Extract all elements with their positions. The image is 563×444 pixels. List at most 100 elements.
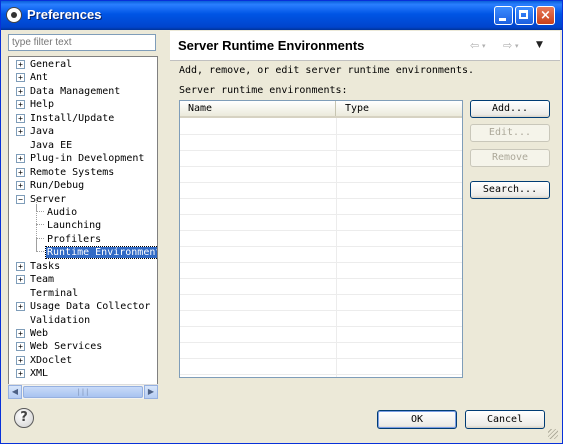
- tree-item-label: Tasks: [30, 260, 61, 272]
- tree-item-label: Web: [30, 328, 49, 339]
- table-row[interactable]: [180, 230, 462, 231]
- tree-item[interactable]: Java EE: [29, 139, 73, 152]
- expand-icon[interactable]: +: [16, 275, 25, 285]
- back-dropdown-icon[interactable]: ▾: [482, 42, 486, 50]
- tree-item[interactable]: + Usage Data Collector: [16, 300, 151, 313]
- tree-item[interactable]: + Plug-in Development: [16, 152, 145, 165]
- tree-connector: [36, 237, 44, 239]
- table-row[interactable]: [180, 166, 462, 167]
- tree-horizontal-scrollbar[interactable]: ◀ ||| ▶: [8, 384, 158, 399]
- tree-item-label: Launching: [47, 220, 102, 232]
- tree-item[interactable]: + Web Services: [16, 340, 103, 353]
- expand-icon[interactable]: +: [16, 60, 25, 69]
- expand-icon[interactable]: +: [16, 100, 25, 110]
- runtime-list-label: Server runtime environments:: [179, 85, 348, 96]
- expand-icon[interactable]: +: [16, 167, 25, 177]
- tree-item[interactable]: + Install/Update: [16, 112, 115, 125]
- tree-item[interactable]: Profilers: [46, 233, 102, 246]
- maximize-button[interactable]: [515, 6, 534, 25]
- expand-icon[interactable]: +: [16, 154, 25, 164]
- tree-item[interactable]: + Java: [16, 125, 55, 138]
- expand-icon[interactable]: +: [16, 329, 25, 338]
- remove-button[interactable]: Remove: [470, 149, 550, 167]
- table-row[interactable]: [180, 182, 462, 183]
- forward-dropdown-icon[interactable]: ▾: [515, 42, 519, 50]
- tree-item[interactable]: + General: [16, 58, 73, 71]
- expand-icon[interactable]: +: [16, 302, 25, 312]
- table-row[interactable]: [180, 342, 462, 343]
- add-button[interactable]: Add...: [470, 100, 550, 118]
- close-button[interactable]: ×: [536, 6, 555, 25]
- ok-button[interactable]: OK: [377, 410, 457, 429]
- tree-item[interactable]: + Run/Debug: [16, 179, 85, 192]
- table-row[interactable]: [180, 134, 462, 135]
- tree-item-label: Usage Data Collector: [30, 301, 151, 313]
- cancel-button[interactable]: Cancel: [465, 410, 545, 429]
- tree-item[interactable]: Audio: [46, 206, 78, 219]
- expand-icon[interactable]: +: [16, 113, 25, 123]
- tree-item-label: XML: [30, 368, 49, 380]
- expand-icon[interactable]: +: [16, 127, 25, 137]
- table-row[interactable]: [180, 294, 462, 295]
- table-row[interactable]: [180, 262, 462, 263]
- scroll-right-button[interactable]: ▶: [144, 385, 158, 399]
- tree-item[interactable]: + Team: [16, 273, 55, 286]
- table-row[interactable]: [180, 150, 462, 151]
- table-row[interactable]: [180, 310, 462, 311]
- tree-item[interactable]: + XDoclet: [16, 354, 73, 367]
- tree-item-label: Web Services: [30, 341, 103, 353]
- column-header-name[interactable]: Name: [180, 101, 336, 116]
- tree-item-label: Remote Systems: [30, 166, 115, 178]
- tree-item[interactable]: + Data Management: [16, 85, 121, 98]
- minimize-button[interactable]: [494, 6, 513, 25]
- back-arrow-icon[interactable]: ⇦: [470, 39, 479, 52]
- table-row[interactable]: [180, 374, 462, 375]
- tree-item-label: Data Management: [30, 85, 121, 97]
- tree-item[interactable]: + Ant: [16, 71, 49, 84]
- tree-connector: [36, 210, 44, 212]
- filter-input[interactable]: [8, 34, 156, 51]
- tree-item[interactable]: + XML: [16, 367, 49, 380]
- column-header-type[interactable]: Type: [337, 101, 462, 116]
- tree-item[interactable]: Runtime Environments: [44, 246, 157, 260]
- expand-icon[interactable]: +: [16, 261, 25, 271]
- tree-item[interactable]: + Tasks: [16, 260, 61, 273]
- scroll-thumb[interactable]: |||: [23, 386, 143, 398]
- tree-item[interactable]: + Remote Systems: [16, 166, 115, 179]
- table-row[interactable]: [180, 358, 462, 359]
- expand-icon[interactable]: +: [16, 369, 25, 379]
- tree-item-label: Plug-in Development: [30, 153, 145, 165]
- table-row[interactable]: [180, 326, 462, 327]
- table-row[interactable]: [180, 198, 462, 199]
- tree-connector: [36, 204, 37, 252]
- tree-item[interactable]: Validation: [29, 314, 91, 327]
- table-row[interactable]: [180, 214, 462, 215]
- tree-item[interactable]: Launching: [46, 219, 102, 232]
- expand-icon[interactable]: +: [16, 355, 25, 365]
- runtime-environments-table[interactable]: Name Type: [179, 100, 463, 378]
- collapse-icon[interactable]: −: [16, 194, 25, 204]
- close-icon: ×: [540, 8, 551, 23]
- help-icon[interactable]: ?: [14, 408, 34, 428]
- resize-grip-icon[interactable]: [548, 429, 558, 439]
- search-button[interactable]: Search...: [470, 181, 550, 199]
- tree-item[interactable]: − Server: [16, 193, 67, 206]
- expand-icon[interactable]: +: [16, 73, 25, 83]
- forward-arrow-icon[interactable]: ⇨: [503, 39, 512, 52]
- expand-icon[interactable]: +: [16, 86, 25, 96]
- table-row[interactable]: [180, 278, 462, 279]
- page-description: Add, remove, or edit server runtime envi…: [179, 65, 475, 76]
- expand-icon[interactable]: +: [16, 342, 25, 352]
- table-header: Name Type: [180, 101, 462, 118]
- tree-item[interactable]: + Help: [16, 98, 55, 111]
- tree-item[interactable]: Terminal: [29, 287, 79, 300]
- tree-item[interactable]: + Web: [16, 327, 49, 340]
- edit-button[interactable]: Edit...: [470, 124, 550, 142]
- tree-item-label: Audio: [47, 206, 78, 218]
- table-row[interactable]: [180, 246, 462, 247]
- page-title: Server Runtime Environments: [178, 38, 365, 53]
- expand-icon[interactable]: +: [16, 181, 25, 191]
- tree-item-label: Terminal: [30, 287, 79, 299]
- scroll-left-button[interactable]: ◀: [8, 385, 22, 399]
- view-menu-icon[interactable]: ▼: [536, 40, 543, 50]
